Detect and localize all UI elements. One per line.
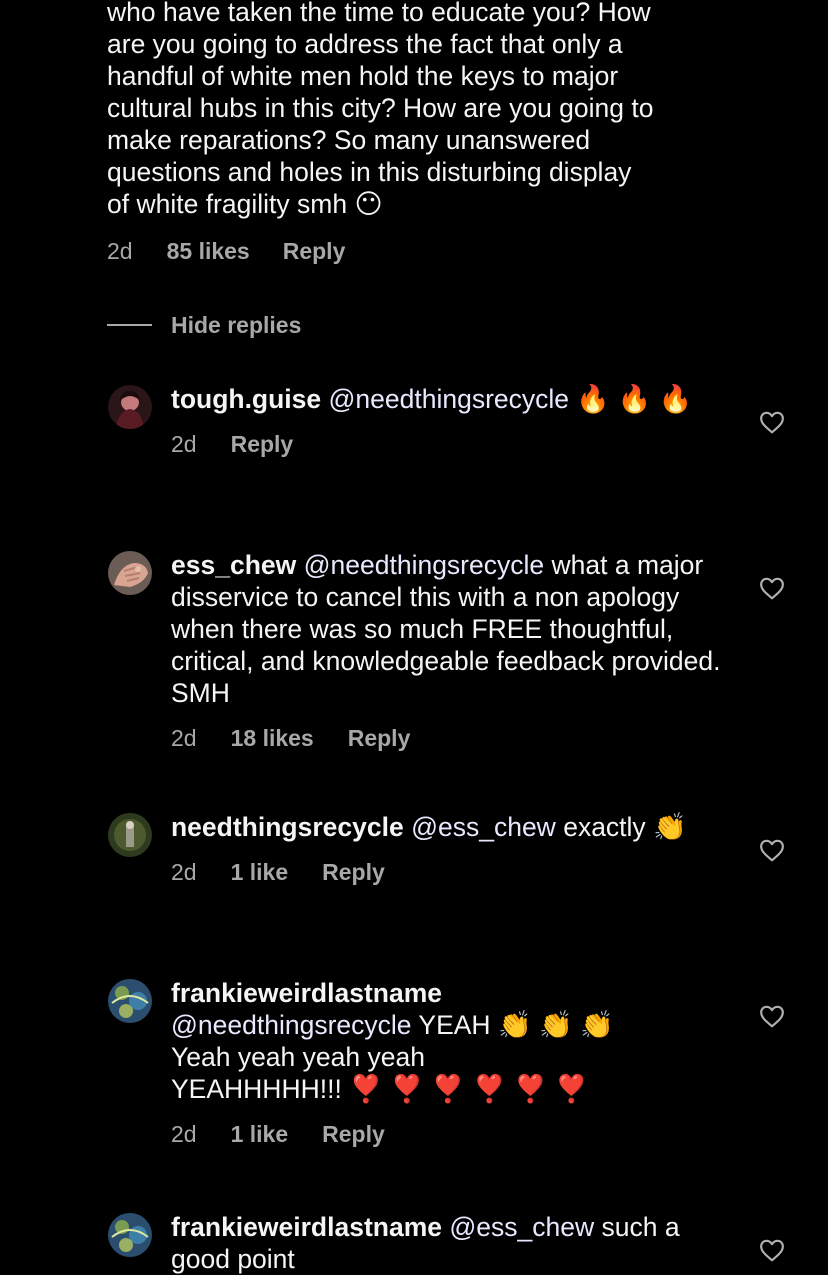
parent-comment-text: who have taken the time to educate you? … (107, 0, 747, 220)
heart-outline-icon[interactable] (759, 1238, 785, 1262)
like-count[interactable]: 1 like (231, 859, 289, 886)
like-count[interactable]: 18 likes (231, 725, 314, 752)
username-link[interactable]: ess_chew (171, 550, 296, 580)
like-count[interactable]: 1 like (231, 1121, 289, 1148)
reply-button[interactable]: Reply (348, 725, 411, 752)
comment-time: 2d (171, 430, 197, 457)
reply-body: ess_chew @needthingsrecycle what a major… (171, 549, 731, 753)
reply-button[interactable]: Reply (231, 431, 294, 458)
mention-link[interactable]: @ess_chew (411, 812, 556, 842)
reply-text: frankieweirdlastname @ess_chew such a go… (171, 1211, 731, 1275)
avatar[interactable] (108, 385, 152, 429)
reply-body: frankieweirdlastname @ess_chew such a go… (171, 1211, 731, 1275)
avatar-image (108, 1213, 152, 1257)
avatar-image (108, 551, 152, 595)
username-link[interactable]: frankieweirdlastname (171, 978, 442, 1008)
mention-link[interactable]: @needthingsrecycle (304, 550, 545, 580)
expressionless-face-emoji: 😶 (354, 189, 383, 219)
reply-text: needthingsrecycle @ess_chew exactly 👏 (171, 811, 731, 843)
parent-comment-line: handful of white men hold the keys to ma… (107, 61, 619, 91)
reply-body: tough.guise @needthingsrecycle 🔥 🔥 🔥 2d … (171, 383, 731, 459)
reply-text: ess_chew @needthingsrecycle what a major… (171, 549, 731, 709)
reply-message: exactly (563, 812, 646, 842)
avatar[interactable] (108, 979, 152, 1023)
username-link[interactable]: needthingsrecycle (171, 812, 404, 842)
parent-comment-line: of white fragility smh (107, 189, 348, 219)
comment-time: 2d (107, 237, 133, 264)
clapping-hands-emoji: 👏 (653, 812, 687, 842)
reply-message-line: YEAHHHHH!!! (171, 1074, 342, 1104)
reply-body: frankieweirdlastname @needthingsrecycle … (171, 977, 731, 1149)
parent-comment-line: questions and holes in this disturbing d… (107, 157, 632, 187)
heart-outline-icon[interactable] (759, 838, 785, 862)
fire-emoji: 🔥 🔥 🔥 (576, 384, 693, 414)
username-link[interactable]: tough.guise (171, 384, 321, 414)
avatar[interactable] (108, 813, 152, 857)
reply-button[interactable]: Reply (283, 238, 346, 265)
heart-exclamation-emoji: ❣️ ❣️ ❣️ ❣️ ❣️ ❣️ (349, 1074, 589, 1104)
avatar[interactable] (108, 1213, 152, 1257)
like-count[interactable]: 85 likes (167, 238, 250, 265)
divider-line (107, 324, 152, 326)
reply-meta: 2d Reply (171, 429, 731, 459)
reply-text: tough.guise @needthingsrecycle 🔥 🔥 🔥 (171, 383, 731, 415)
hide-replies-button[interactable]: Hide replies (107, 308, 301, 342)
hide-replies-label: Hide replies (171, 311, 302, 338)
parent-comment: who have taken the time to educate you? … (107, 0, 747, 266)
parent-comment-meta: 2d 85 likes Reply (107, 236, 747, 266)
mention-link[interactable]: @needthingsrecycle (329, 384, 570, 414)
comment-time: 2d (171, 858, 197, 885)
reply-meta: 2d 18 likes Reply (171, 723, 731, 753)
clapping-hands-emoji: 👏 👏 👏 (497, 1010, 614, 1040)
comment-time: 2d (171, 724, 197, 751)
heart-outline-icon[interactable] (759, 1004, 785, 1028)
avatar-image (108, 979, 152, 1023)
reply-button[interactable]: Reply (322, 1121, 385, 1148)
avatar[interactable] (108, 551, 152, 595)
reply-meta: 2d 1 like Reply (171, 857, 731, 887)
avatar-image (108, 813, 152, 857)
parent-comment-line: are you going to address the fact that o… (107, 29, 623, 59)
reply-body: needthingsrecycle @ess_chew exactly 👏 2d… (171, 811, 731, 887)
reply-message: YEAH (418, 1010, 491, 1040)
avatar-image (108, 385, 152, 429)
parent-comment-line: who have taken the time to educate you? … (107, 0, 651, 27)
comment-time: 2d (171, 1120, 197, 1147)
mention-link[interactable]: @needthingsrecycle (171, 1010, 412, 1040)
mention-link[interactable]: @ess_chew (449, 1212, 594, 1242)
heart-outline-icon[interactable] (759, 576, 785, 600)
username-link[interactable]: frankieweirdlastname (171, 1212, 442, 1242)
parent-comment-line: cultural hubs in this city? How are you … (107, 93, 654, 123)
heart-outline-icon[interactable] (759, 410, 785, 434)
reply-button[interactable]: Reply (322, 859, 385, 886)
reply-text: frankieweirdlastname @needthingsrecycle … (171, 977, 731, 1105)
reply-meta: 2d 1 like Reply (171, 1119, 731, 1149)
parent-comment-line: make reparations? So many unanswered (107, 125, 591, 155)
reply-message-line: Yeah yeah yeah yeah (171, 1042, 425, 1072)
